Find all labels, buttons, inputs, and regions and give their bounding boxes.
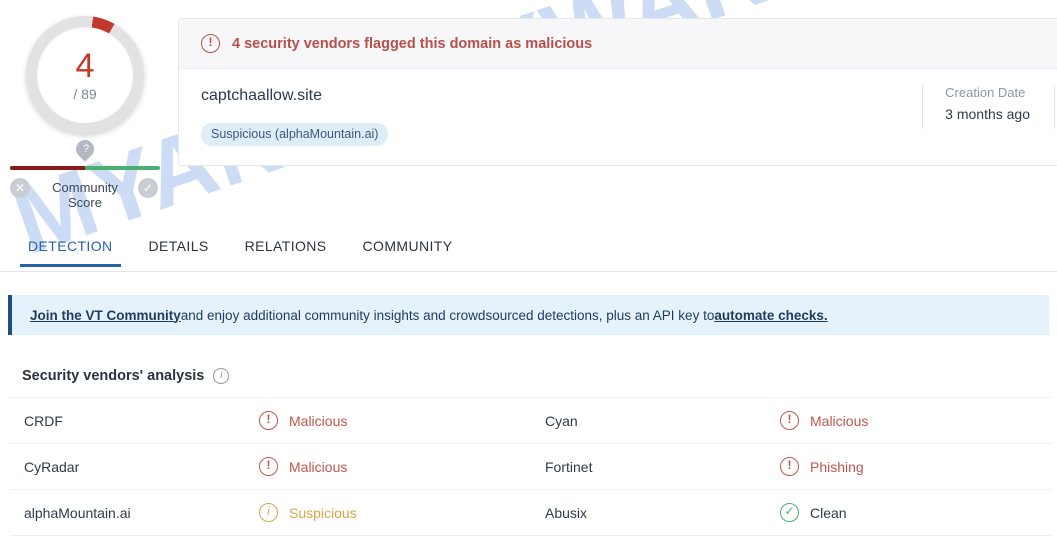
community-score-positive-segment — [85, 166, 160, 170]
alert-circle-icon: ! — [780, 457, 799, 476]
alert-circle-icon: ! — [201, 34, 220, 53]
automate-checks-link[interactable]: automate checks. — [714, 308, 827, 323]
vendor-verdict: ! Malicious — [259, 457, 347, 476]
vendors-title-text: Security vendors' analysis — [22, 368, 205, 384]
pin-question-glyph: ? — [82, 143, 90, 155]
vendor-verdict: ! Malicious — [780, 411, 868, 430]
creation-date-value: 3 months ago — [945, 106, 1030, 122]
vendor-verdict: ! Malicious — [259, 411, 347, 430]
detection-score-gauge: 4 / 89 — [26, 16, 144, 134]
vendor-verdict: ! Phishing — [780, 457, 864, 476]
alert-circle-icon: ! — [259, 411, 278, 430]
table-row: CRDF ! Malicious Cyan ! Malicious — [10, 398, 1052, 444]
vendor-verdict: ✓ Clean — [780, 503, 847, 522]
vendor-name: CyRadar — [24, 458, 80, 475]
vendor-cell-left: alphaMountain.ai i Suspicious — [10, 490, 531, 535]
vendor-name: Cyan — [545, 412, 578, 429]
vendor-cell-right: Cyan ! Malicious — [531, 398, 1052, 443]
vendor-verdict-label: Malicious — [289, 412, 348, 429]
vendor-name: Abusix — [545, 504, 588, 521]
summary-header: 4 / 89 ? ✕ Community Score ✓ ! 4 securit… — [0, 0, 1057, 212]
table-row: CyRadar ! Malicious Fortinet ! Phishing — [10, 444, 1052, 490]
creation-date-block: Creation Date 3 months ago — [945, 85, 1054, 129]
vendor-name: CRDF — [24, 412, 63, 429]
domain-summary-body: captchaallow.site Suspicious (alphaMount… — [179, 69, 1057, 165]
gauge-inner: 4 / 89 — [37, 27, 133, 123]
detection-score-value: 4 — [75, 47, 95, 85]
security-vendors-table: CRDF ! Malicious Cyan ! Malicious CyRada… — [10, 397, 1052, 536]
check-circle-icon[interactable]: ✓ — [138, 178, 158, 198]
creation-date-label: Creation Date — [945, 85, 1026, 100]
detection-score-total: / 89 — [73, 86, 97, 102]
vendor-verdict-label: Suspicious — [289, 504, 357, 521]
malicious-alert-text: 4 security vendors flagged this domain a… — [232, 35, 593, 52]
info-circle-icon: i — [259, 503, 278, 522]
vendor-verdict: i Suspicious — [259, 503, 357, 522]
malicious-alert-banner: ! 4 security vendors flagged this domain… — [179, 19, 1057, 69]
table-row: alphaMountain.ai i Suspicious Abusix ✓ C… — [10, 490, 1052, 536]
vendor-cell-right: Abusix ✓ Clean — [531, 490, 1052, 535]
tab-relations[interactable]: RELATIONS — [227, 228, 345, 266]
meta-divider-right — [1054, 85, 1055, 129]
tab-community[interactable]: COMMUNITY — [345, 228, 471, 266]
tab-detection[interactable]: DETECTION — [10, 228, 131, 267]
domain-summary-card: ! 4 security vendors flagged this domain… — [178, 18, 1057, 166]
community-score-widget[interactable]: ? ✕ Community Score ✓ — [0, 136, 172, 210]
community-score-negative-segment — [10, 166, 85, 170]
info-circle-icon[interactable]: i — [213, 368, 230, 384]
join-vt-community-link[interactable]: Join the VT Community — [30, 308, 181, 323]
meta-divider — [922, 85, 924, 129]
community-score-label: Community Score — [52, 180, 118, 210]
check-circle-icon: ✓ — [780, 503, 799, 522]
domain-meta: Creation Date 3 months ago — [922, 85, 1057, 129]
tab-details[interactable]: DETAILS — [131, 228, 227, 266]
vendor-verdict-label: Malicious — [810, 412, 869, 429]
alert-circle-icon: ! — [780, 411, 799, 430]
vendor-verdict-label: Clean — [810, 504, 847, 521]
vendor-cell-left: CRDF ! Malicious — [10, 398, 531, 443]
community-score-bar — [10, 166, 160, 170]
vendor-verdict-label: Malicious — [289, 458, 348, 475]
vendor-name: Fortinet — [545, 458, 593, 475]
security-vendors-analysis-title: Security vendors' analysis i — [22, 368, 230, 384]
vendor-cell-left: CyRadar ! Malicious — [10, 444, 531, 489]
x-circle-icon[interactable]: ✕ — [10, 178, 30, 198]
alert-circle-icon: ! — [259, 457, 278, 476]
section-tabs: DETECTION DETAILS RELATIONS COMMUNITY — [0, 228, 1057, 272]
vt-community-banner: Join the VT Community and enjoy addition… — [8, 295, 1049, 335]
verdict-tag-chip[interactable]: Suspicious (alphaMountain.ai) — [201, 123, 389, 146]
vendor-name: alphaMountain.ai — [24, 504, 131, 521]
vendor-cell-right: Fortinet ! Phishing — [531, 444, 1052, 489]
vendor-verdict-label: Phishing — [810, 458, 864, 475]
banner-middle-text: and enjoy additional community insights … — [180, 307, 715, 323]
